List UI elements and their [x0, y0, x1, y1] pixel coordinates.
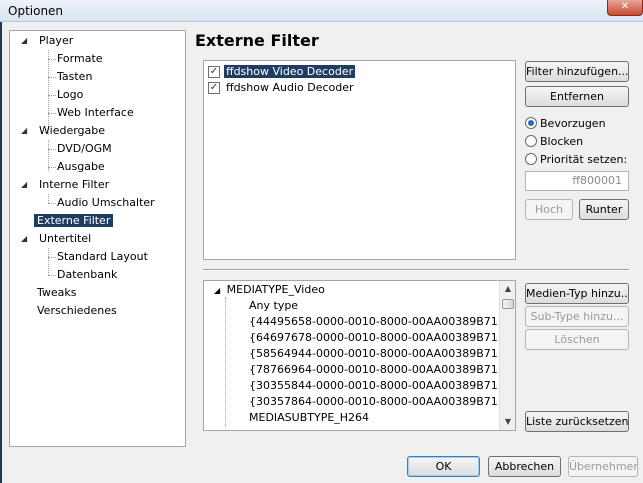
apply-button[interactable]: Übernehmen [568, 456, 638, 477]
expanded-arrow-icon[interactable]: ◢ [21, 176, 31, 194]
tree-item-label: Wiedergabe [39, 124, 106, 137]
tree-item-tweaks[interactable]: Tweaks [34, 284, 80, 302]
desktop-edge [0, 22, 2, 483]
tree-item-verschiedenes[interactable]: Verschiedenes [34, 302, 120, 320]
tree-item-wiedergabe[interactable]: ◢ Wiedergabe [21, 122, 108, 140]
external-filter-list[interactable]: ✓ ffdshow Video Decoder ✓ ffdshow Audio … [203, 60, 516, 260]
checkbox[interactable]: ✓ [208, 65, 220, 78]
checkmark-icon: ✓ [209, 65, 219, 77]
media-type-label: MEDIATYPE_Video [226, 283, 325, 296]
tree-connector [48, 248, 49, 275]
radio-dot[interactable] [525, 153, 537, 165]
expanded-arrow-icon[interactable]: ◢ [214, 286, 220, 295]
tree-item-audio-umschalter[interactable]: Audio Umschalter [54, 194, 158, 212]
media-subtype-item[interactable]: {64697678-0000-0010-8000-00AA00389B71} [249, 330, 505, 346]
scroll-up-icon[interactable]: ▲ [500, 281, 515, 297]
expanded-arrow-icon[interactable]: ◢ [21, 230, 31, 248]
ok-button[interactable]: OK [407, 456, 480, 477]
media-subtype-item[interactable]: {30357864-0000-0010-8000-00AA00389B71} [249, 394, 505, 410]
tree-item-label: Interne Filter [39, 178, 110, 191]
tree-item-externe-filter[interactable]: Externe Filter [34, 212, 114, 230]
radio-dot[interactable] [525, 117, 537, 129]
media-subtype-item[interactable]: {44495658-0000-0010-8000-00AA00389B71} [249, 314, 505, 330]
radio-label: Priorität setzen: [540, 152, 628, 166]
media-subtype-item[interactable]: {30355844-0000-0010-8000-00AA00389B71} [249, 378, 505, 394]
media-subtype-item[interactable]: {78766964-0000-0010-8000-00AA00389B71} [249, 362, 505, 378]
tree-connector [225, 297, 226, 427]
filter-label: ffdshow Audio Decoder [226, 81, 354, 94]
media-subtype-item[interactable]: MEDIASUBTYPE_H264 [249, 410, 369, 426]
radio-prefer[interactable]: Bevorzugen [525, 115, 606, 131]
tree-item-dvd-ogm[interactable]: DVD/OGM [54, 140, 115, 158]
tree-connector [48, 194, 49, 203]
tree-item-datenbank[interactable]: Datenbank [54, 266, 120, 284]
tree-item-untertitel[interactable]: ◢ Untertitel [21, 230, 94, 248]
tree-item-tasten[interactable]: Tasten [54, 68, 95, 86]
down-button[interactable]: Runter [579, 199, 629, 220]
tree-item-label: Formate [57, 52, 103, 65]
media-type-root[interactable]: ◢ MEDIATYPE_Video [214, 282, 325, 298]
tree-item-label: Tasten [57, 70, 93, 83]
tree-item-label: Audio Umschalter [57, 196, 155, 209]
radio-dot[interactable] [525, 135, 537, 147]
tree-item-logo[interactable]: Logo [54, 86, 86, 104]
priority-field[interactable]: ff800001 [525, 171, 629, 191]
checkmark-icon: ✓ [209, 81, 219, 93]
tree-item-label: DVD/OGM [57, 142, 112, 155]
reset-list-button[interactable]: Liste zurücksetzen [525, 411, 629, 432]
tree-item-standard-layout[interactable]: Standard Layout [54, 248, 151, 266]
close-icon: ✕ [620, 1, 630, 12]
page-title: Externe Filter [195, 31, 319, 50]
media-subtype-item[interactable]: Any type [249, 298, 298, 314]
tree-item-label: Web Interface [57, 106, 134, 119]
tree-item-label: Ausgabe [57, 160, 105, 173]
vertical-scrollbar[interactable]: ▲ ▼ [499, 281, 515, 430]
expanded-arrow-icon[interactable]: ◢ [21, 32, 31, 50]
options-tree: ◢ Player Formate Tasten Logo Web Interfa… [9, 30, 186, 447]
close-button[interactable]: ✕ [607, 0, 643, 16]
up-button[interactable]: Hoch [525, 199, 573, 220]
add-sub-type-button[interactable]: Sub-Type hinzu... [525, 306, 629, 327]
title-bar: Optionen ✕ [0, 0, 643, 22]
tree-item-label: Datenbank [57, 268, 118, 281]
scroll-down-icon[interactable]: ▼ [500, 414, 515, 430]
delete-button[interactable]: Löschen [525, 329, 629, 350]
add-filter-button[interactable]: Filter hinzufügen... [525, 61, 629, 82]
divider [203, 269, 629, 271]
radio-block[interactable]: Blocken [525, 133, 583, 149]
tree-item-ausgabe[interactable]: Ausgabe [54, 158, 108, 176]
tree-item-label: Tweaks [37, 286, 77, 299]
filter-label: ffdshow Video Decoder [224, 65, 356, 78]
media-type-tree[interactable]: ◢ MEDIATYPE_Video Any type {44495658-000… [203, 280, 516, 431]
media-subtype-item[interactable]: {58564944-0000-0010-8000-00AA00389B71} [249, 346, 505, 362]
add-media-type-button[interactable]: Medien-Typ hinzu... [525, 283, 629, 304]
tree-item-formate[interactable]: Formate [54, 50, 106, 68]
tree-item-interne-filter[interactable]: ◢ Interne Filter [21, 176, 112, 194]
tree-item-label: Logo [57, 88, 84, 101]
remove-button[interactable]: Entfernen [525, 86, 629, 107]
tree-item-label: Externe Filter [34, 214, 114, 227]
tree-item-label: Player [39, 34, 74, 47]
filter-item-audio[interactable]: ✓ ffdshow Audio Decoder [208, 80, 356, 95]
tree-item-web-interface[interactable]: Web Interface [54, 104, 137, 122]
tree-item-player[interactable]: ◢ Player [21, 32, 76, 50]
tree-item-label: Verschiedenes [37, 304, 117, 317]
window-title: Optionen [8, 4, 64, 18]
radio-set-priority[interactable]: Priorität setzen: [525, 151, 627, 167]
tree-item-label: Untertitel [39, 232, 92, 245]
expanded-arrow-icon[interactable]: ◢ [21, 122, 31, 140]
radio-label: Blocken [540, 134, 584, 148]
scroll-thumb[interactable] [502, 299, 514, 309]
cancel-button[interactable]: Abbrechen [488, 456, 561, 477]
tree-item-label: Standard Layout [57, 250, 148, 263]
radio-label: Bevorzugen [540, 116, 606, 130]
filter-item-video[interactable]: ✓ ffdshow Video Decoder [208, 64, 356, 79]
checkbox[interactable]: ✓ [208, 81, 220, 94]
